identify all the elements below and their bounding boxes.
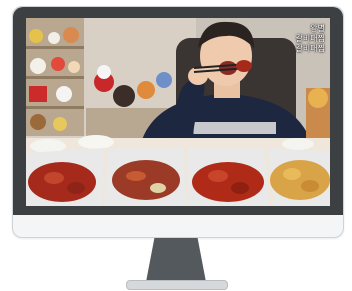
video-screen[interactable]: 왕별 갈비대찜 갈비대찜 [26,18,330,206]
overlay-line-3: 갈비대찜 [295,44,325,53]
monitor-stand-base [126,280,228,290]
monitor-bezel: 왕별 갈비대찜 갈비대찜 [13,7,343,215]
monitor-stand-neck [146,238,206,282]
video-caption-overlay: 왕별 갈비대찜 갈비대찜 [277,24,325,54]
desktop-monitor: 왕별 갈비대찜 갈비대찜 [12,6,344,238]
overlay-line-2: 갈비대찜 [295,34,325,43]
overlay-line-1: 왕별 [310,24,325,33]
monitor-chin [13,215,343,237]
